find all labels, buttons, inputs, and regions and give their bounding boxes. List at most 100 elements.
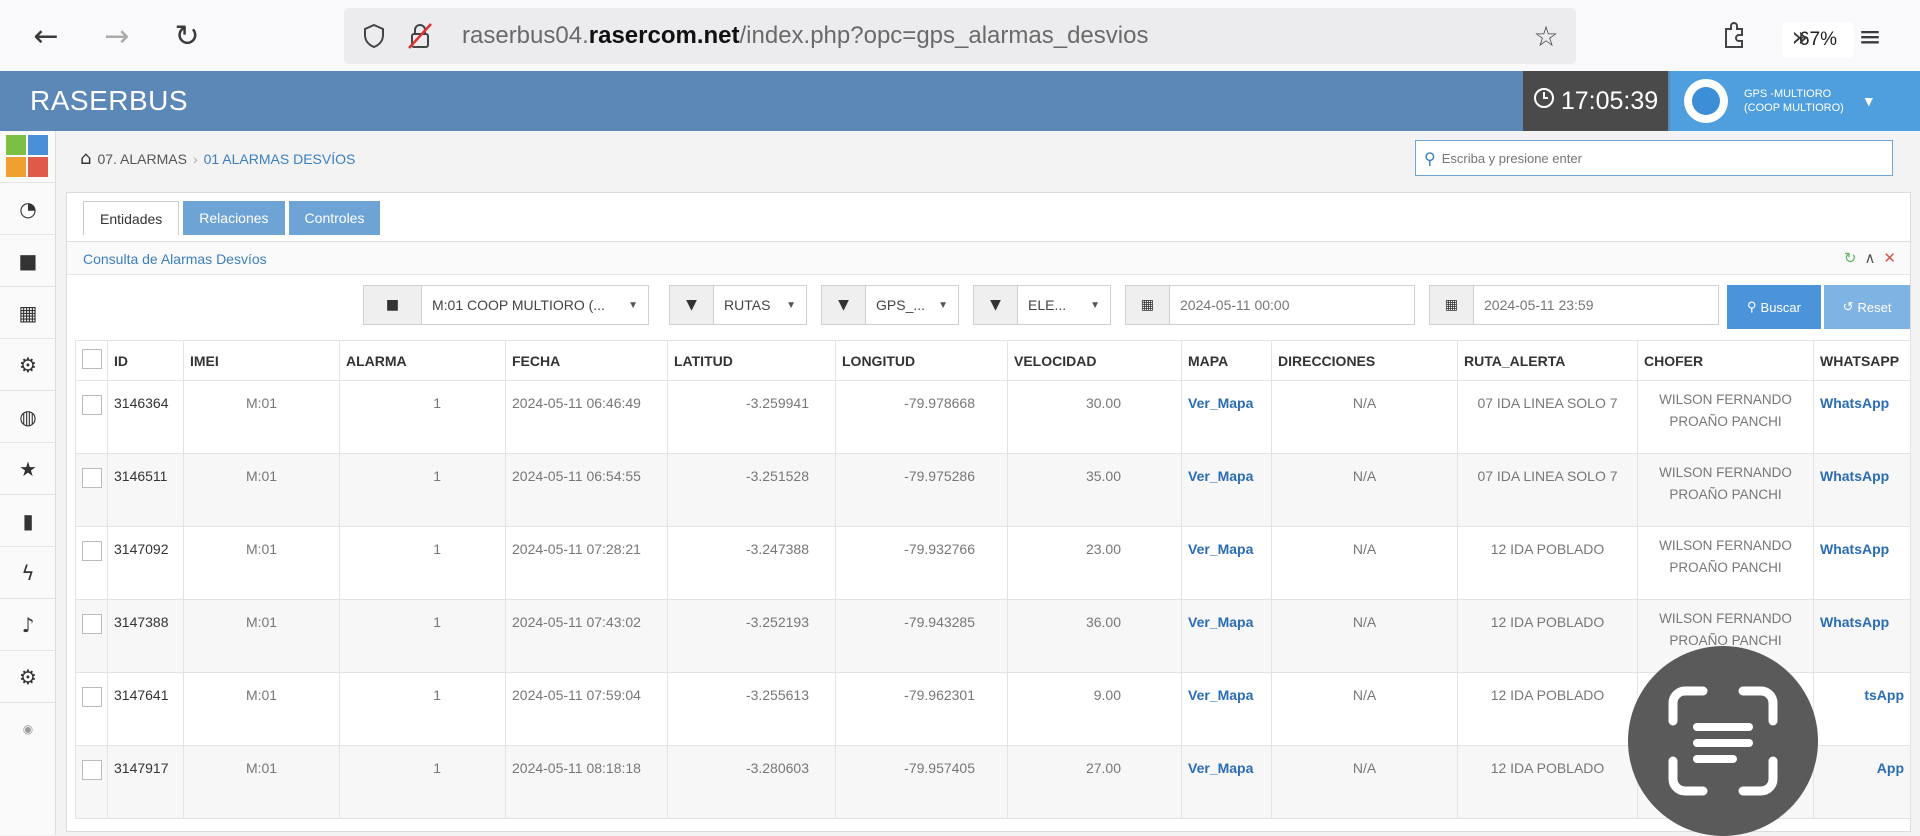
column-header-mapa[interactable]: MAPA xyxy=(1181,340,1272,381)
ele-filter-select[interactable]: ▼ ELE... ▼ xyxy=(973,285,1111,325)
date-to-value: 2024-05-11 23:59 xyxy=(1484,297,1594,313)
collapse-up-icon[interactable]: ∧ xyxy=(1864,249,1875,267)
row-checkbox[interactable] xyxy=(82,614,102,634)
cell-velocidad: 27.00 xyxy=(1007,745,1182,819)
collapse-sidebar-icon[interactable]: ◉ xyxy=(0,703,56,755)
ver-mapa-link[interactable]: Ver_Mapa xyxy=(1181,453,1272,527)
column-header-direcciones[interactable]: DIRECCIONES xyxy=(1271,340,1458,381)
cell-velocidad: 36.00 xyxy=(1007,599,1182,673)
bell-icon[interactable]: ♪ xyxy=(0,599,56,651)
tab-controles[interactable]: Controles xyxy=(288,201,381,235)
scan-text-button[interactable] xyxy=(1628,646,1818,836)
table-row[interactable]: 3147388 M:01 1 2024-05-11 07:43:02 -3.25… xyxy=(75,599,1911,673)
overflow-chevrons-icon[interactable]: » xyxy=(1778,14,1822,58)
user-menu[interactable]: GPS -MULTIORO (COOP MULTIORO) ▼ xyxy=(1670,71,1920,131)
folder-icon[interactable]: ■ xyxy=(0,235,56,287)
cell-alarma: 1 xyxy=(339,599,506,673)
date-to-input[interactable]: ▦ 2024-05-11 23:59 xyxy=(1429,285,1719,325)
ver-mapa-link[interactable]: Ver_Mapa xyxy=(1181,526,1272,600)
search-field[interactable]: ⚲ xyxy=(1415,140,1893,176)
url-text[interactable]: raserbus04.rasercom.net/index.php?opc=gp… xyxy=(462,22,1148,50)
column-header-longitud[interactable]: LONGITUD xyxy=(835,340,1008,381)
cell-latitud: -3.247388 xyxy=(667,526,836,600)
back-arrow-icon[interactable]: ← xyxy=(24,14,68,58)
tab-relaciones[interactable]: Relaciones xyxy=(183,201,285,235)
clock-display: 17:05:39 xyxy=(1523,71,1668,131)
column-header-ruta-alerta[interactable]: RUTA_ALERTA xyxy=(1457,340,1638,381)
bookmark-star-icon[interactable]: ☆ xyxy=(1530,20,1562,53)
extensions-icon[interactable] xyxy=(1712,14,1756,58)
select-all-checkbox[interactable] xyxy=(82,349,102,369)
address-bar[interactable]: raserbus04.rasercom.net/index.php?opc=gp… xyxy=(344,8,1854,64)
menu-hamburger-icon[interactable]: ≡ xyxy=(1848,14,1892,58)
column-header-fecha[interactable]: FECHA xyxy=(505,340,668,381)
chevron-down-icon[interactable]: ▼ xyxy=(1862,93,1876,109)
cell-direcciones: N/A xyxy=(1271,745,1458,819)
bookmark-icon[interactable]: ▮ xyxy=(0,495,56,547)
chevron-down-icon: ▼ xyxy=(786,299,796,311)
reload-icon[interactable]: ↻ xyxy=(165,14,209,58)
whatsapp-link[interactable]: WhatsApp xyxy=(1813,380,1911,454)
row-checkbox[interactable] xyxy=(82,395,102,415)
refresh-icon[interactable]: ↻ xyxy=(1844,249,1857,267)
calendar-icon: ▦ xyxy=(1430,286,1474,324)
whatsapp-link[interactable]: App xyxy=(1813,745,1911,819)
date-from-input[interactable]: ▦ 2024-05-11 00:00 xyxy=(1125,285,1415,325)
whatsapp-link[interactable]: tsApp xyxy=(1813,672,1911,746)
ver-mapa-link[interactable]: Ver_Mapa xyxy=(1181,380,1272,454)
clock-time: 17:05:39 xyxy=(1560,86,1659,115)
column-header-id[interactable]: ID xyxy=(107,340,184,381)
gps-filter-select[interactable]: ▼ GPS_... ▼ xyxy=(821,285,959,325)
column-header-velocidad[interactable]: VELOCIDAD xyxy=(1007,340,1182,381)
shield-icon[interactable] xyxy=(358,20,390,52)
breadcrumb-level1[interactable]: 07. ALARMAS xyxy=(97,151,187,167)
cell-latitud: -3.252193 xyxy=(667,599,836,673)
column-header-chofer[interactable]: CHOFER xyxy=(1637,340,1814,381)
row-checkbox[interactable] xyxy=(82,541,102,561)
table-row[interactable]: 3146511 M:01 1 2024-05-11 06:54:55 -3.25… xyxy=(75,453,1911,527)
forward-arrow-icon[interactable]: → xyxy=(95,14,139,58)
column-header-latitud[interactable]: LATITUD xyxy=(667,340,836,381)
app-grid-logo-icon[interactable] xyxy=(0,131,56,183)
gear-icon[interactable]: ⚙ xyxy=(0,339,56,391)
reset-button[interactable]: ↺ Reset xyxy=(1824,285,1910,329)
user-name[interactable]: GPS -MULTIORO (COOP MULTIORO) xyxy=(1744,87,1844,115)
cell-ruta-alerta: 12 IDA POBLADO xyxy=(1457,526,1638,600)
row-checkbox[interactable] xyxy=(82,687,102,707)
table-row[interactable]: 3147092 M:01 1 2024-05-11 07:28:21 -3.24… xyxy=(75,526,1911,600)
breadcrumb-level2[interactable]: 01 ALARMAS DESVÍOS xyxy=(204,151,356,167)
bolt-icon[interactable]: ϟ xyxy=(0,547,56,599)
avatar[interactable] xyxy=(1684,79,1728,123)
buscar-button[interactable]: ⚲ Buscar xyxy=(1727,285,1821,329)
dashboard-gauge-icon[interactable]: ◔ xyxy=(0,183,56,235)
insecure-lock-icon[interactable] xyxy=(404,20,436,52)
ver-mapa-link[interactable]: Ver_Mapa xyxy=(1181,599,1272,673)
star-icon[interactable]: ★ xyxy=(0,443,56,495)
column-header-imei[interactable]: IMEI xyxy=(183,340,340,381)
tab-entidades[interactable]: Entidades xyxy=(83,201,180,235)
cell-id: 3147641 xyxy=(107,672,184,746)
row-checkbox[interactable] xyxy=(82,468,102,488)
rutas-filter-value: RUTAS xyxy=(724,297,771,313)
whatsapp-link[interactable]: WhatsApp xyxy=(1813,526,1911,600)
globe-icon[interactable]: ◍ xyxy=(0,391,56,443)
column-header-alarma[interactable]: ALARMA xyxy=(339,340,506,381)
reset-icon: ↺ xyxy=(1842,299,1854,314)
close-icon[interactable]: ✕ xyxy=(1883,249,1896,267)
column-header-whatsapp[interactable]: WHATSAPP xyxy=(1813,340,1911,381)
rutas-filter-select[interactable]: ▼ RUTAS ▼ xyxy=(669,285,807,325)
whatsapp-link[interactable]: WhatsApp xyxy=(1813,599,1911,673)
whatsapp-link[interactable]: WhatsApp xyxy=(1813,453,1911,527)
home-icon[interactable]: ⌂ xyxy=(80,148,91,169)
ver-mapa-link[interactable]: Ver_Mapa xyxy=(1181,672,1272,746)
calendar-icon[interactable]: ▦ xyxy=(0,287,56,339)
cogs-icon[interactable]: ⚙ xyxy=(0,651,56,703)
entity-filter-select[interactable]: ■ M:01 COOP MULTIORO (... ▼ xyxy=(363,285,649,325)
search-input[interactable] xyxy=(1441,150,1862,166)
select-all-header[interactable] xyxy=(75,340,108,381)
brand-title[interactable]: RASERBUS xyxy=(30,85,188,117)
cell-ruta-alerta: 12 IDA POBLADO xyxy=(1457,745,1638,819)
ver-mapa-link[interactable]: Ver_Mapa xyxy=(1181,745,1272,819)
table-row[interactable]: 3146364 M:01 1 2024-05-11 06:46:49 -3.25… xyxy=(75,380,1911,454)
row-checkbox[interactable] xyxy=(82,760,102,780)
